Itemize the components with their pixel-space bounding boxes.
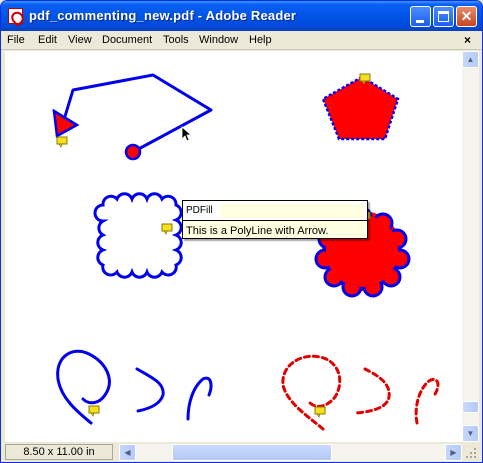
cloud-rectangle-annotation[interactable] [93,192,183,279]
menu-help[interactable]: Help [249,34,272,46]
menu-document[interactable]: Document [102,34,152,46]
note-icon[interactable] [161,223,173,235]
arrow-down-icon: ▼ [466,429,475,438]
popup-subject-field [220,204,364,218]
note-icon[interactable] [88,405,100,417]
page-size-display: 8.50 x 11.00 in [5,444,113,460]
scroll-up-button[interactable]: ▲ [462,51,479,68]
horizontal-scroll-thumb[interactable] [172,444,332,461]
scroll-left-button[interactable]: ◀ [119,444,136,461]
popup-author: PDFill [186,205,213,216]
menu-edit[interactable]: Edit [38,34,57,46]
close-icon: ✕ [460,8,473,24]
pdf-app-icon[interactable] [8,8,23,24]
window-title: pdf_commenting_new.pdf - Adobe Reader [29,8,297,23]
document-close-button[interactable]: × [464,33,471,47]
title-bar[interactable]: pdf_commenting_new.pdf - Adobe Reader ✕ [1,1,482,31]
polyline-arrow-annotation[interactable] [52,73,213,161]
maximize-button[interactable] [433,6,454,27]
minimize-button[interactable] [410,6,431,27]
reader-window: pdf_commenting_new.pdf - Adobe Reader ✕ … [0,0,483,463]
maximize-icon [438,11,449,22]
popup-text: This is a PolyLine with Arrow. [186,225,329,237]
vertical-scrollbar[interactable]: ▲ ▼ [462,51,479,442]
arrow-up-icon: ▲ [466,55,475,64]
pentagon-annotation[interactable] [321,75,400,141]
status-bar: 8.50 x 11.00 in ◀ ▶ [1,442,482,462]
annotation-canvas [52,73,440,431]
document-page[interactable]: PDFill This is a PolyLine with Arrow. [5,51,462,442]
mouse-pointer-icon [181,126,193,142]
ink-annotation-dashed[interactable] [281,354,440,431]
menu-view[interactable]: View [68,34,92,46]
menu-tools[interactable]: Tools [163,34,189,46]
note-icon[interactable] [314,406,326,418]
scroll-down-button[interactable]: ▼ [462,425,479,442]
annotation-popup: PDFill This is a PolyLine with Arrow. [182,200,368,239]
horizontal-scrollbar[interactable]: ◀ ▶ [119,444,462,461]
close-button[interactable]: ✕ [456,6,477,27]
menu-window[interactable]: Window [199,34,238,46]
vertical-scroll-thumb[interactable] [462,401,479,413]
menu-file[interactable]: File [7,34,25,46]
arrow-left-icon: ◀ [124,448,131,457]
menu-bar: File Edit View Document Tools Window Hel… [1,31,482,50]
resize-grip-icon[interactable] [464,446,478,460]
ink-annotation-solid[interactable] [56,349,213,425]
arrow-right-icon: ▶ [450,448,457,457]
scroll-right-button[interactable]: ▶ [445,444,462,461]
minimize-icon [416,20,424,23]
note-icon[interactable] [56,136,68,148]
popup-header: PDFill [183,201,367,221]
